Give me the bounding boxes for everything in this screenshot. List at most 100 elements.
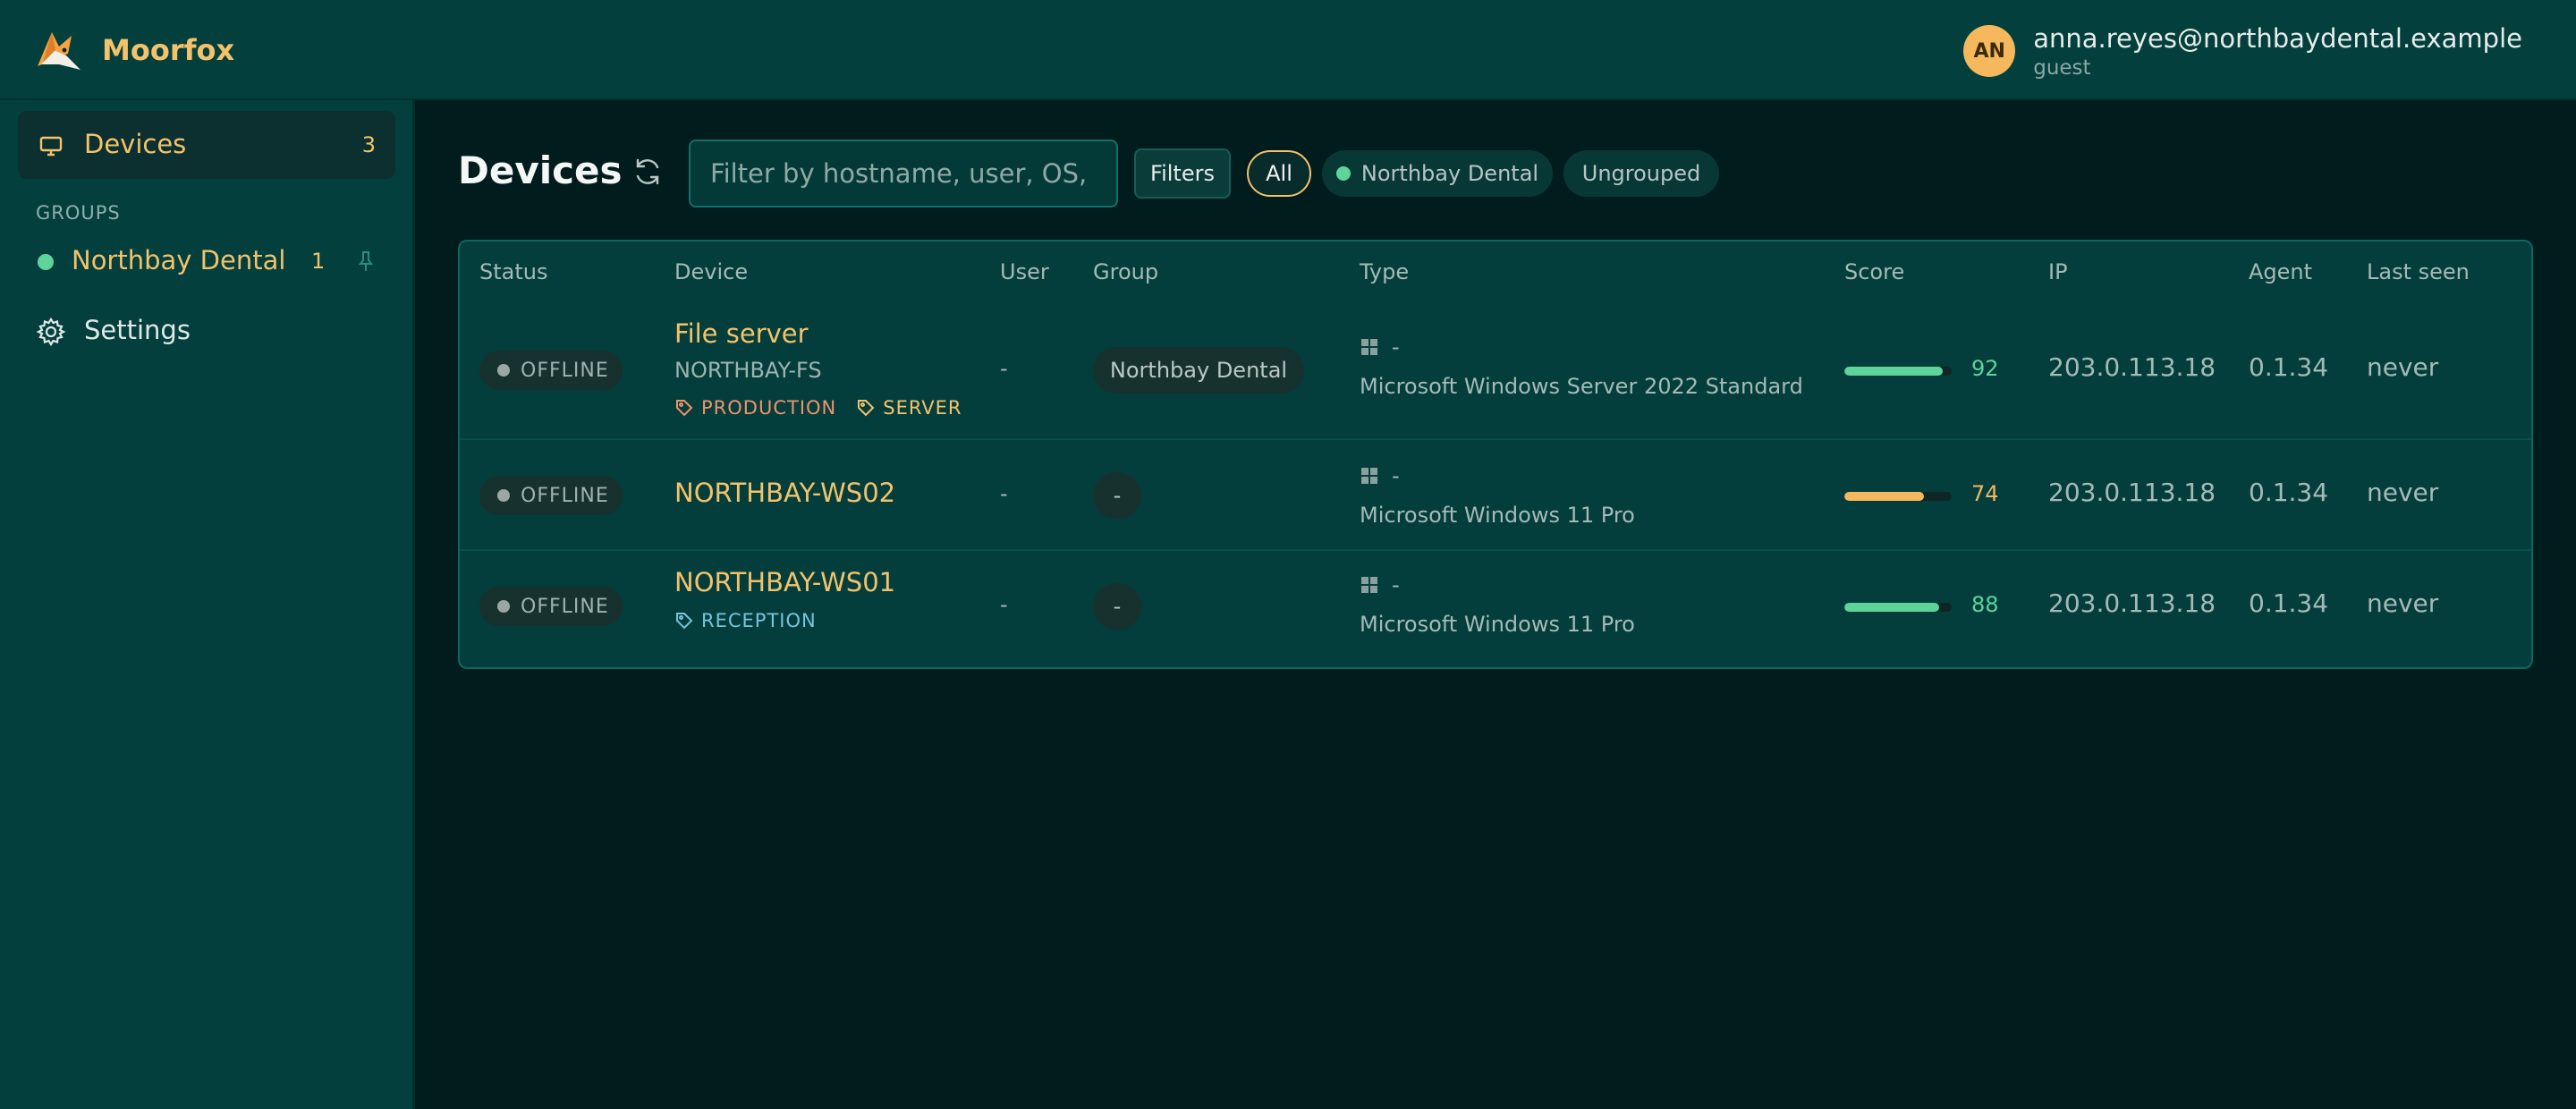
score-fill bbox=[1844, 367, 1944, 376]
groups-heading: GROUPS bbox=[36, 202, 121, 224]
group-status-dot bbox=[38, 254, 54, 270]
device-ip: 203.0.113.18 bbox=[2048, 478, 2216, 507]
sidebar-item-northbay-dental[interactable]: Northbay Dental 1 bbox=[18, 236, 395, 286]
sidebar-item-label: Settings bbox=[84, 315, 191, 345]
tag-reception[interactable]: RECEPTION bbox=[674, 610, 817, 631]
windows-icon bbox=[1361, 339, 1377, 355]
last-seen: never bbox=[2367, 352, 2439, 382]
status-label: OFFLINE bbox=[521, 595, 609, 618]
sidebar-item-label: Devices bbox=[84, 129, 187, 159]
windows-icon bbox=[1361, 468, 1377, 484]
user-role: guest bbox=[2033, 56, 2091, 80]
page-title: Devices bbox=[458, 148, 623, 192]
device-type-label: - bbox=[1392, 463, 1400, 488]
tag-server[interactable]: SERVER bbox=[856, 397, 962, 419]
avatar[interactable]: AN bbox=[1963, 25, 2016, 77]
device-user: - bbox=[1000, 356, 1008, 381]
device-tags: PRODUCTION SERVER bbox=[674, 397, 982, 419]
device-tags: RECEPTION bbox=[674, 610, 836, 631]
brand-name: Moorfox bbox=[102, 33, 235, 67]
column-header-group[interactable]: Group bbox=[1093, 259, 1158, 284]
user-info: anna.reyes@northbaydental.example guest bbox=[2033, 21, 2522, 80]
user-menu[interactable]: AN anna.reyes@northbaydental.example gue… bbox=[1963, 20, 2522, 82]
fox-logo-icon bbox=[38, 32, 80, 70]
group-pill[interactable]: Northbay Dental bbox=[1093, 347, 1304, 394]
filter-chip-all[interactable]: All bbox=[1247, 150, 1311, 197]
device-type-label: - bbox=[1392, 334, 1400, 360]
device-type: - bbox=[1360, 572, 1400, 597]
status-dot bbox=[497, 364, 510, 377]
devices-count-badge: 3 bbox=[361, 132, 376, 157]
score-value: 74 bbox=[1971, 481, 1999, 506]
group-pill[interactable]: - bbox=[1093, 583, 1141, 630]
status-label: OFFLINE bbox=[521, 359, 609, 382]
refresh-icon[interactable] bbox=[631, 156, 664, 188]
brand[interactable]: Moorfox bbox=[32, 23, 234, 77]
column-header-status[interactable]: Status bbox=[479, 259, 547, 284]
filter-chip-northbay-dental[interactable]: Northbay Dental bbox=[1322, 150, 1553, 197]
device-os: Microsoft Windows 11 Pro bbox=[1360, 503, 1635, 528]
filter-chip-ungrouped[interactable]: Ungrouped bbox=[1563, 150, 1719, 197]
tag-production[interactable]: PRODUCTION bbox=[674, 397, 836, 419]
sidebar: Devices 3 GROUPS Northbay Dental 1 Setti… bbox=[0, 100, 415, 1109]
pin-icon[interactable] bbox=[354, 249, 377, 274]
score-bar bbox=[1844, 367, 1952, 376]
sidebar-item-devices[interactable]: Devices 3 bbox=[18, 111, 395, 179]
device-name-link[interactable]: NORTHBAY-WS01 bbox=[674, 567, 895, 597]
score-bar bbox=[1844, 492, 1952, 501]
last-seen: never bbox=[2367, 588, 2439, 618]
score-value: 88 bbox=[1971, 592, 1999, 617]
top-bar: Moorfox AN anna.reyes@northbaydental.exa… bbox=[0, 0, 2576, 100]
chip-label: Northbay Dental bbox=[1360, 161, 1539, 186]
status-dot bbox=[497, 600, 510, 613]
device-type: - bbox=[1360, 334, 1400, 360]
group-status-dot bbox=[1335, 166, 1351, 181]
group-count-badge: 1 bbox=[311, 249, 326, 274]
device-type-label: - bbox=[1392, 572, 1400, 597]
gear-icon bbox=[36, 317, 66, 347]
group-pill[interactable]: - bbox=[1093, 472, 1141, 519]
column-header-type[interactable]: Type bbox=[1360, 259, 1409, 284]
device-hostname: NORTHBAY-FS bbox=[674, 358, 822, 383]
status-badge: OFFLINE bbox=[479, 476, 623, 515]
table-row[interactable]: OFFLINE NORTHBAY-WS01 RECEPTION - - - Mi… bbox=[460, 551, 2531, 667]
filters-button[interactable]: Filters bbox=[1134, 148, 1231, 199]
device-user: - bbox=[1000, 481, 1008, 506]
score-bar bbox=[1844, 603, 1952, 612]
column-header-last-seen[interactable]: Last seen bbox=[2367, 259, 2470, 284]
score-value: 92 bbox=[1971, 356, 1999, 381]
device-ip: 203.0.113.18 bbox=[2048, 588, 2216, 618]
device-name-link[interactable]: File server bbox=[674, 318, 809, 349]
sidebar-item-label: Northbay Dental bbox=[72, 245, 286, 275]
column-header-device[interactable]: Device bbox=[674, 259, 748, 284]
table-row[interactable]: OFFLINE File server NORTHBAY-FS PRODUCTI… bbox=[460, 301, 2531, 440]
status-label: OFFLINE bbox=[521, 484, 609, 507]
tag-label: PRODUCTION bbox=[701, 397, 837, 419]
device-type: - bbox=[1360, 463, 1400, 488]
search-input[interactable] bbox=[689, 140, 1118, 207]
agent-version: 0.1.34 bbox=[2249, 588, 2329, 618]
tag-icon bbox=[858, 400, 875, 417]
device-user: - bbox=[1000, 592, 1008, 617]
tag-label: SERVER bbox=[883, 397, 962, 419]
last-seen: never bbox=[2367, 478, 2439, 507]
tag-icon bbox=[676, 400, 693, 417]
user-email: anna.reyes@northbaydental.example bbox=[2033, 23, 2522, 54]
column-header-ip[interactable]: IP bbox=[2048, 259, 2068, 284]
monitor-icon bbox=[39, 136, 63, 157]
table-row[interactable]: OFFLINE NORTHBAY-WS02 - - - Microsoft Wi… bbox=[460, 440, 2531, 551]
score-fill bbox=[1844, 603, 1939, 612]
device-os: Microsoft Windows Server 2022 Standard bbox=[1360, 374, 1803, 399]
status-badge: OFFLINE bbox=[479, 351, 623, 390]
column-header-user[interactable]: User bbox=[1000, 259, 1049, 284]
column-header-score[interactable]: Score bbox=[1844, 259, 1904, 284]
column-header-agent[interactable]: Agent bbox=[2249, 259, 2312, 284]
status-dot bbox=[497, 489, 510, 502]
agent-version: 0.1.34 bbox=[2249, 352, 2329, 382]
tag-icon bbox=[676, 613, 693, 630]
device-name-link[interactable]: NORTHBAY-WS02 bbox=[674, 478, 895, 508]
status-badge: OFFLINE bbox=[479, 587, 623, 626]
score-fill bbox=[1844, 492, 1924, 501]
sidebar-item-settings[interactable]: Settings bbox=[18, 302, 395, 360]
devices-table: Status Device User Group Type Score IP A… bbox=[458, 240, 2533, 669]
